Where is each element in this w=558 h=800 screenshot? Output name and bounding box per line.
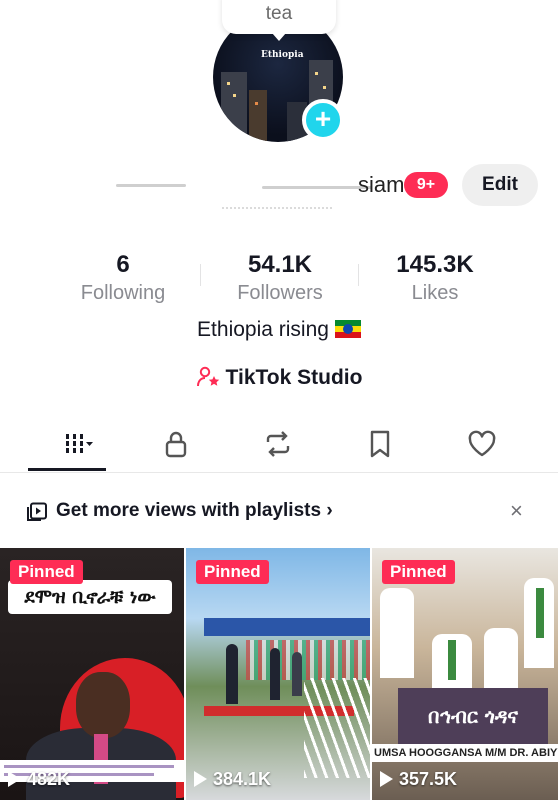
following-count: 6	[116, 251, 130, 278]
pinned-badge: Pinned	[196, 560, 269, 584]
bio-text: Ethiopia rising	[197, 318, 329, 341]
chevron-right-icon: ›	[326, 500, 333, 521]
divider	[200, 264, 201, 286]
bookmark-icon	[370, 430, 390, 458]
studio-icon	[196, 366, 219, 387]
blurred-handle	[222, 207, 332, 221]
video-thumbnail-shape	[292, 652, 302, 696]
note-bubble[interactable]: tea	[222, 0, 336, 41]
pinned-badge: Pinned	[10, 560, 83, 584]
playlist-banner-label: Get more views with playlists	[56, 500, 322, 521]
video-thumbnail-shape	[246, 640, 370, 680]
video-tile[interactable]: ደሞዝ ቢኖራቹ ነው Pinned 482K	[0, 548, 184, 800]
close-icon[interactable]: ×	[510, 498, 523, 524]
play-icon	[380, 771, 393, 787]
followers-stat[interactable]: 54.1K Followers	[222, 252, 338, 306]
followers-count: 54.1K	[247, 251, 313, 278]
ethiopia-flag-icon	[334, 320, 361, 338]
heart-icon	[468, 430, 496, 457]
video-banner-text: በኅብር ጎዳና	[398, 688, 548, 744]
likes-label: Likes	[411, 282, 459, 304]
video-tile[interactable]: በኅብር ጎዳና UMSA HOOGGANSA M/M DR. ABIYYI A…	[372, 548, 558, 800]
active-tab-indicator	[28, 468, 106, 471]
username-fragment: siam	[358, 172, 405, 197]
view-count-value: 482K	[27, 769, 71, 789]
view-count-value: 357.5K	[399, 769, 458, 789]
video-thumbnail-shape	[76, 672, 130, 738]
profile-stats: 6 Following 54.1K Followers 145.3K Likes	[0, 252, 558, 306]
likes-count: 145.3K	[396, 251, 474, 278]
studio-label: TikTok Studio	[225, 366, 363, 389]
tab-liked[interactable]	[452, 424, 512, 464]
followers-label: Followers	[237, 282, 323, 304]
plus-icon: +	[314, 103, 332, 134]
likes-stat[interactable]: 145.3K Likes	[376, 252, 494, 306]
tab-private[interactable]	[146, 424, 206, 464]
play-icon	[8, 771, 21, 787]
video-thumbnail-shape	[204, 618, 370, 636]
tiktok-studio-link[interactable]: TikTok Studio	[0, 366, 558, 390]
notification-badge[interactable]: 9+	[404, 172, 448, 198]
view-count: 482K	[8, 769, 70, 790]
video-thumbnail-shape	[536, 588, 544, 638]
video-thumbnail-shape	[304, 678, 370, 778]
video-ticker-text: UMSA HOOGGANSA M/M DR. ABIYYI AHM	[372, 744, 558, 762]
view-count-value: 384.1K	[213, 769, 272, 789]
video-thumbnail-shape	[484, 628, 518, 688]
bio: Ethiopia rising	[0, 318, 558, 342]
playlist-banner-text: Get more views with playlists ›	[56, 500, 333, 522]
tab-reposts[interactable]	[248, 424, 308, 464]
videos-grid-icon	[66, 434, 93, 453]
profile-tabs	[0, 418, 558, 472]
video-grid: ደሞዝ ቢኖራቹ ነው Pinned 482K Pinned 384.1K በኅ…	[0, 548, 558, 800]
tab-videos[interactable]	[48, 424, 108, 464]
video-tile[interactable]: Pinned 384.1K	[186, 548, 370, 800]
view-count: 384.1K	[194, 769, 271, 790]
video-thumbnail-shape	[270, 648, 280, 700]
repost-icon	[266, 431, 290, 457]
avatar-text: Ethiopia	[261, 50, 304, 60]
following-label: Following	[80, 282, 166, 304]
divider	[358, 264, 359, 286]
edit-profile-button[interactable]: Edit	[462, 164, 538, 206]
tabs-divider	[0, 472, 558, 473]
view-count: 357.5K	[380, 769, 457, 790]
video-thumbnail-shape	[448, 640, 456, 680]
video-caption: ደሞዝ ቢኖራቹ ነው	[8, 580, 172, 614]
play-icon	[194, 771, 207, 787]
video-thumbnail-shape	[380, 588, 414, 678]
lock-icon	[165, 431, 187, 458]
video-thumbnail-shape	[226, 644, 238, 704]
pinned-badge: Pinned	[382, 560, 455, 584]
note-text: tea	[265, 3, 293, 24]
following-stat[interactable]: 6 Following	[70, 252, 176, 306]
playlist-icon	[27, 502, 47, 521]
playlist-banner[interactable]: Get more views with playlists › ×	[0, 474, 558, 548]
add-story-button[interactable]: +	[302, 99, 344, 141]
tab-favorites[interactable]	[350, 424, 410, 464]
